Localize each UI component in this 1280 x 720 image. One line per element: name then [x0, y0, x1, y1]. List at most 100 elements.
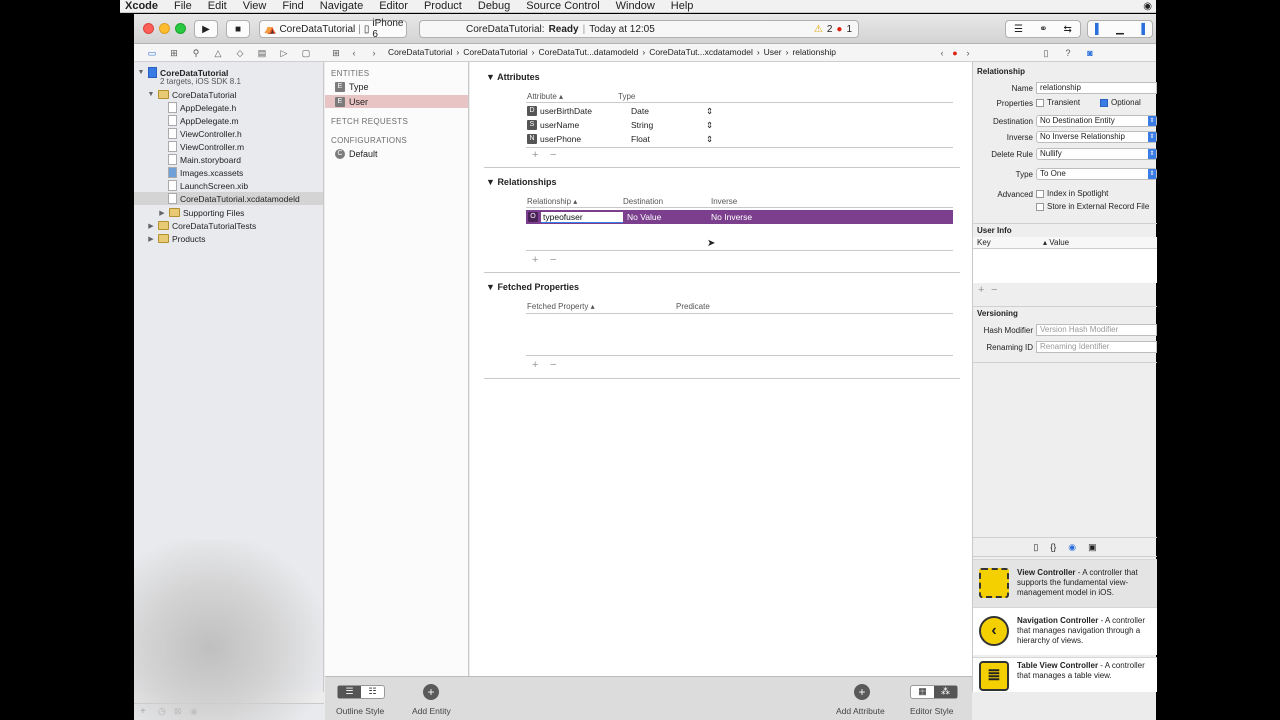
folder-icon[interactable]: ▭	[146, 47, 158, 59]
table-icon[interactable]: ☷	[361, 686, 384, 698]
breadcrumb-item[interactable]: CoreDataTutorial	[463, 47, 527, 57]
fetched-properties-section[interactable]: ▼ Fetched Properties	[486, 282, 579, 292]
transient-checkbox[interactable]: Transient	[1036, 98, 1080, 107]
error-icon[interactable]: ●	[836, 24, 842, 35]
configuration-default[interactable]: C Default	[335, 149, 378, 159]
remove-attribute-minus-icon[interactable]: −	[550, 149, 556, 161]
checkbox-unchecked-icon[interactable]	[1036, 189, 1044, 198]
attribute-type[interactable]: Date	[628, 106, 706, 116]
zoom-button[interactable]	[175, 23, 186, 34]
library-item-view-controller[interactable]: View Controller - A controller that supp…	[973, 559, 1157, 607]
menu-editor[interactable]: Editor	[371, 0, 416, 12]
graph-style-icon[interactable]: ⁂	[934, 686, 957, 698]
disclosure-open-icon[interactable]: ▼	[147, 91, 155, 98]
run-button[interactable]: ▶	[194, 20, 218, 38]
column-header-fetched-property[interactable]: Fetched Property ▴	[527, 302, 595, 311]
relationship-destination[interactable]: No Value	[623, 212, 711, 222]
remove-relationship-minus-icon[interactable]: −	[550, 254, 556, 266]
menu-find[interactable]: Find	[274, 0, 311, 12]
table-style-icon[interactable]: ▦	[911, 686, 934, 698]
symbol-icon[interactable]: ⊞	[168, 47, 180, 59]
attribute-name[interactable]: userPhone	[540, 134, 628, 144]
standard-editor-icon[interactable]: ☰	[1014, 24, 1023, 35]
popup-arrows-icon[interactable]: ⇕	[706, 134, 713, 145]
file-item[interactable]: Main.storyboard	[168, 153, 241, 166]
list-icon[interactable]: ☰	[338, 686, 361, 698]
external-record-checkbox[interactable]: Store in External Record File	[1036, 202, 1157, 211]
breadcrumb-item[interactable]: CoreDataTut...xcdatamodel	[649, 47, 753, 57]
record-icon[interactable]: ◉	[1143, 1, 1156, 12]
test-icon[interactable]: ◇	[234, 47, 246, 59]
checkbox-checked-icon[interactable]	[1100, 98, 1108, 107]
version-editor-icon[interactable]: ⇆	[1064, 24, 1072, 35]
issue-icon[interactable]: △	[212, 47, 224, 59]
column-header-relationship[interactable]: Relationship ▴	[527, 197, 577, 206]
popup-arrows-icon[interactable]: ⇕	[706, 106, 713, 117]
menu-view[interactable]: View	[235, 0, 275, 12]
menu-product[interactable]: Product	[416, 0, 470, 12]
file-item[interactable]: Images.xcassets	[168, 166, 243, 179]
disclosure-open-icon[interactable]: ▼	[137, 69, 145, 76]
file-template-icon[interactable]: ▯	[1033, 542, 1038, 553]
back-arrow-icon[interactable]: ‹	[348, 47, 360, 59]
column-header-type[interactable]: Type	[618, 92, 635, 101]
related-items-icon[interactable]: ⊞	[330, 47, 342, 59]
attribute-row[interactable]: N userPhone Float ⇕	[527, 132, 953, 146]
editor-mode-segment[interactable]: ☰ ⚭ ⇆	[1005, 20, 1081, 38]
menu-navigate[interactable]: Navigate	[312, 0, 371, 12]
menu-file[interactable]: File	[166, 0, 200, 12]
add-attribute-label[interactable]: Add Attribute	[836, 706, 885, 716]
breadcrumb-item[interactable]: CoreDataTut...datamodeld	[539, 47, 639, 57]
file-item[interactable]: ViewController.m	[168, 140, 244, 153]
type-popup[interactable]: To One ⇕	[1036, 168, 1157, 180]
column-header-inverse[interactable]: Inverse	[711, 197, 737, 206]
attribute-row[interactable]: S userName String ⇕	[527, 118, 953, 132]
library-item-navigation-controller[interactable]: ‹ Navigation Controller - A controller t…	[973, 607, 1157, 655]
attributes-section[interactable]: ▼ Attributes	[486, 72, 540, 82]
relationship-row-selected[interactable]: O typeofuser No Value No Inverse	[526, 210, 953, 224]
group-coredatatutorial[interactable]: ▼ CoreDataTutorial	[147, 88, 237, 101]
disclosure-closed-icon[interactable]: ▶	[158, 209, 166, 217]
add-fetched-property-plus-icon[interactable]: +	[532, 359, 538, 371]
checkbox-unchecked-icon[interactable]	[1036, 98, 1044, 107]
attribute-type[interactable]: String	[628, 120, 706, 130]
column-header-destination[interactable]: Destination	[623, 197, 663, 206]
attribute-name[interactable]: userBirthDate	[540, 106, 628, 116]
file-item[interactable]: LaunchScreen.xib	[168, 179, 248, 192]
file-item[interactable]: ViewController.h	[168, 127, 242, 140]
forward-arrow-icon[interactable]: ›	[368, 47, 380, 59]
add-entity-plus-icon[interactable]: +	[423, 684, 439, 700]
entity-item-user[interactable]: E User	[325, 95, 468, 108]
entity-item-type[interactable]: E Type	[335, 82, 369, 92]
disclosure-closed-icon[interactable]: ▶	[147, 222, 155, 230]
minimize-button[interactable]	[159, 23, 170, 34]
utilities-toggle-icon[interactable]: ▐	[1138, 24, 1145, 35]
index-spotlight-checkbox[interactable]: Index in Spotlight	[1036, 189, 1108, 198]
file-item[interactable]: AppDelegate.h	[168, 101, 236, 114]
media-library-icon[interactable]: ▣	[1088, 542, 1097, 553]
breadcrumb-item[interactable]: relationship	[792, 47, 835, 57]
disclosure-open-icon[interactable]: ▼	[486, 72, 495, 82]
menu-window[interactable]: Window	[608, 0, 663, 12]
value-column-sort[interactable]: ▴ Value	[1043, 238, 1069, 247]
data-model-inspector-icon[interactable]: ◙	[1084, 47, 1096, 59]
checkbox-unchecked-icon[interactable]	[1036, 202, 1044, 211]
add-user-info-plus-icon[interactable]: +	[978, 284, 984, 296]
object-library-icon[interactable]: ◉	[1068, 542, 1076, 553]
attribute-name[interactable]: userName	[540, 120, 628, 130]
user-info-table[interactable]	[973, 249, 1157, 283]
code-snippet-icon[interactable]: {}	[1050, 542, 1056, 552]
destination-popup[interactable]: No Destination Entity ⇕	[1036, 115, 1157, 127]
remove-user-info-minus-icon[interactable]: −	[991, 284, 997, 296]
name-field[interactable]: relationship	[1036, 82, 1157, 94]
debug-toggle-icon[interactable]: ▁	[1116, 24, 1124, 35]
column-header-attribute[interactable]: Attribute ▴	[527, 92, 563, 101]
debug-icon[interactable]: ▤	[256, 47, 268, 59]
disclosure-open-icon[interactable]: ▼	[486, 282, 495, 292]
attribute-type[interactable]: Float	[628, 134, 706, 144]
delete-rule-popup[interactable]: Nullify ⇕	[1036, 148, 1157, 160]
help-icon[interactable]: ?	[1062, 47, 1074, 59]
file-item[interactable]: AppDelegate.m	[168, 114, 239, 127]
renaming-id-field[interactable]: Renaming Identifier	[1036, 341, 1157, 353]
group-products[interactable]: ▶ Products	[147, 232, 205, 245]
